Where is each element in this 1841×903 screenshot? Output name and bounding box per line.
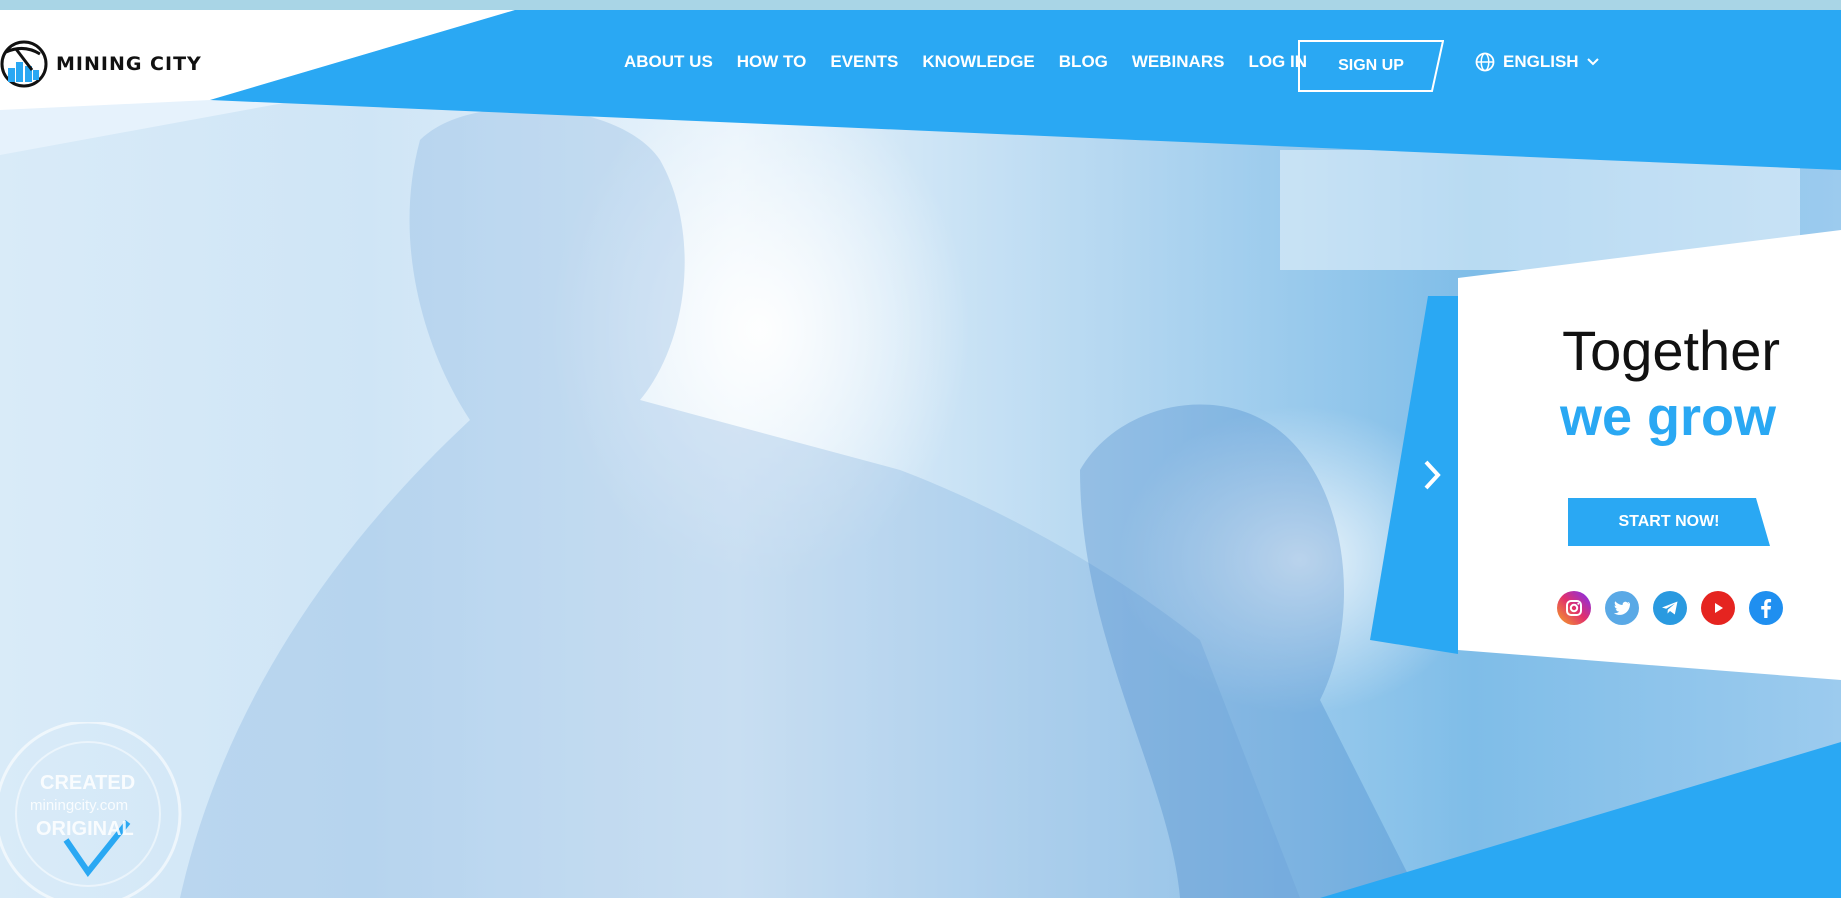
nav-webinars[interactable]: WEBINARS <box>1132 52 1225 72</box>
language-selector[interactable]: ENGLISH <box>1475 52 1599 72</box>
start-now-label: START NOW! <box>1618 513 1720 530</box>
hero-background <box>0 0 1841 898</box>
nav-how-to[interactable]: HOW TO <box>737 52 807 72</box>
youtube-icon[interactable] <box>1701 591 1735 625</box>
pickaxe-city-icon <box>0 40 48 88</box>
brand-logo[interactable]: MINING CITY <box>0 40 202 88</box>
twitter-icon[interactable] <box>1605 591 1639 625</box>
chevron-right-icon[interactable] <box>1420 458 1446 492</box>
stamp-text-created: CREATED <box>40 772 136 794</box>
nav-knowledge[interactable]: KNOWLEDGE <box>922 52 1034 72</box>
sign-up-label: SIGN UP <box>1338 57 1404 74</box>
telegram-icon[interactable] <box>1653 591 1687 625</box>
start-now-button[interactable]: START NOW! <box>1568 498 1770 546</box>
nav-blog[interactable]: BLOG <box>1059 52 1108 72</box>
chevron-down-icon <box>1586 58 1599 66</box>
brand-name: MINING CITY <box>56 53 202 75</box>
sign-up-button[interactable]: SIGN UP <box>1298 40 1444 92</box>
hero-title-line1: Together <box>1562 319 1780 382</box>
globe-icon <box>1475 52 1495 72</box>
nav-about-us[interactable]: ABOUT US <box>624 52 713 72</box>
original-stamp: CREATED miningcity.com ORIGINAL <box>0 720 190 903</box>
hero-title-line2: we grow <box>1559 387 1776 447</box>
nav-events[interactable]: EVENTS <box>830 52 898 72</box>
stamp-text-domain: miningcity.com <box>30 797 129 814</box>
main-nav: ABOUT US HOW TO EVENTS KNOWLEDGE BLOG WE… <box>624 52 1331 72</box>
instagram-icon[interactable] <box>1557 591 1591 625</box>
language-label: ENGLISH <box>1503 52 1579 71</box>
stamp-text-original: ORIGINAL <box>36 818 134 840</box>
facebook-icon[interactable] <box>1749 591 1783 625</box>
social-links <box>1557 591 1783 625</box>
browser-top-strip <box>0 0 1841 10</box>
